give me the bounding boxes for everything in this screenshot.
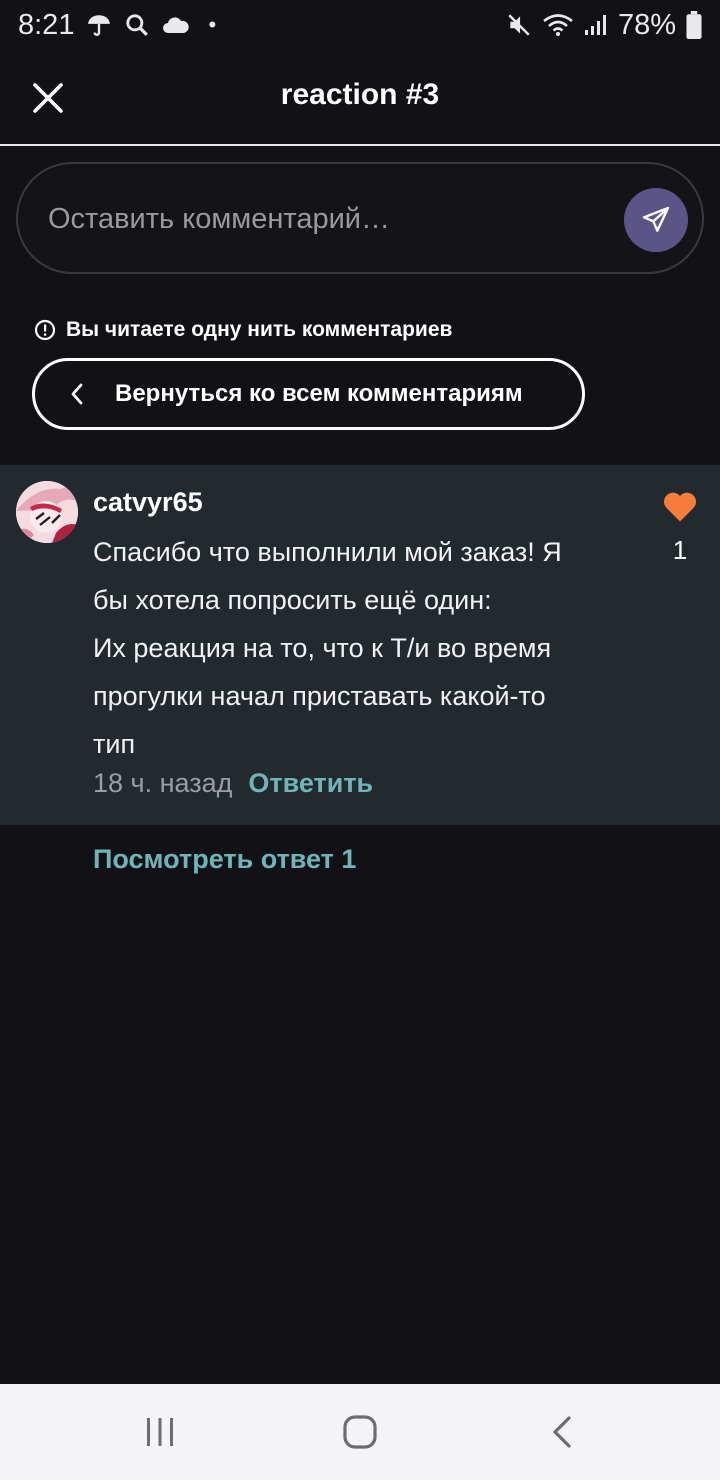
screen: 8:21 • 78% reaction #3 Оставить коммента… bbox=[0, 0, 720, 1480]
chevron-left-icon bbox=[71, 383, 83, 405]
like-button[interactable] bbox=[660, 487, 700, 525]
comment-text-line: тип bbox=[93, 729, 136, 759]
comment-meta: 18 ч. назад Ответить bbox=[93, 768, 373, 799]
reply-button[interactable]: Ответить bbox=[248, 768, 373, 799]
comment-text-line: бы хотела попросить ещё один: bbox=[93, 585, 492, 615]
navigation-bar bbox=[0, 1384, 720, 1480]
header: reaction #3 bbox=[0, 50, 720, 146]
comment-username[interactable]: catvyr65 bbox=[93, 487, 203, 518]
wifi-icon bbox=[542, 12, 574, 38]
status-dot: • bbox=[208, 12, 217, 37]
comment-text-line: прогулки начал приставать какой-то bbox=[93, 681, 546, 711]
comment-timestamp: 18 ч. назад bbox=[93, 768, 233, 798]
status-bar: 8:21 • 78% bbox=[0, 0, 720, 50]
status-right: 78% bbox=[506, 9, 702, 42]
comment-box bbox=[16, 162, 704, 274]
umbrella-icon bbox=[86, 12, 112, 38]
send-button[interactable] bbox=[624, 188, 688, 252]
cloud-icon bbox=[162, 14, 190, 36]
home-button[interactable] bbox=[330, 1402, 390, 1462]
back-button[interactable] bbox=[532, 1402, 592, 1462]
recent-apps-icon bbox=[147, 1418, 173, 1446]
comment-input[interactable] bbox=[48, 194, 608, 244]
status-time: 8:21 bbox=[18, 8, 75, 41]
back-icon bbox=[553, 1416, 571, 1448]
search-icon bbox=[124, 12, 150, 38]
comment-text-line: Спасибо что выполнили мой заказ! Я bbox=[93, 537, 562, 567]
home-icon bbox=[343, 1415, 377, 1449]
page-title: reaction #3 bbox=[280, 78, 440, 111]
status-left: 8:21 • bbox=[18, 9, 216, 42]
like-count: 1 bbox=[672, 535, 688, 565]
heart-icon bbox=[663, 492, 697, 522]
thread-notice-text: Вы читаете одну нить комментариев bbox=[66, 318, 453, 341]
mute-icon bbox=[506, 12, 532, 38]
info-icon bbox=[34, 319, 56, 341]
thread-notice: Вы читаете одну нить комментариев bbox=[34, 318, 452, 342]
comment-text: Спасибо что выполнили мой заказ! Я бы хо… bbox=[93, 528, 633, 768]
battery-percent: 78% bbox=[617, 8, 676, 41]
signal-icon bbox=[584, 13, 608, 37]
comment-text-line: Их реакция на то, что к Т/и во время bbox=[93, 633, 552, 663]
avatar[interactable] bbox=[16, 481, 78, 543]
comment-card: catvyr65 Спасибо что выполнили мой заказ… bbox=[0, 465, 720, 825]
send-icon bbox=[642, 206, 670, 232]
recent-apps-button[interactable] bbox=[130, 1402, 190, 1462]
back-to-all-comments-button[interactable]: Вернуться ко всем комментариям bbox=[32, 358, 585, 430]
view-replies-link[interactable]: Посмотреть ответ 1 bbox=[93, 844, 356, 875]
back-to-all-comments-label: Вернуться ко всем комментариям bbox=[115, 380, 523, 407]
battery-icon bbox=[686, 11, 702, 39]
